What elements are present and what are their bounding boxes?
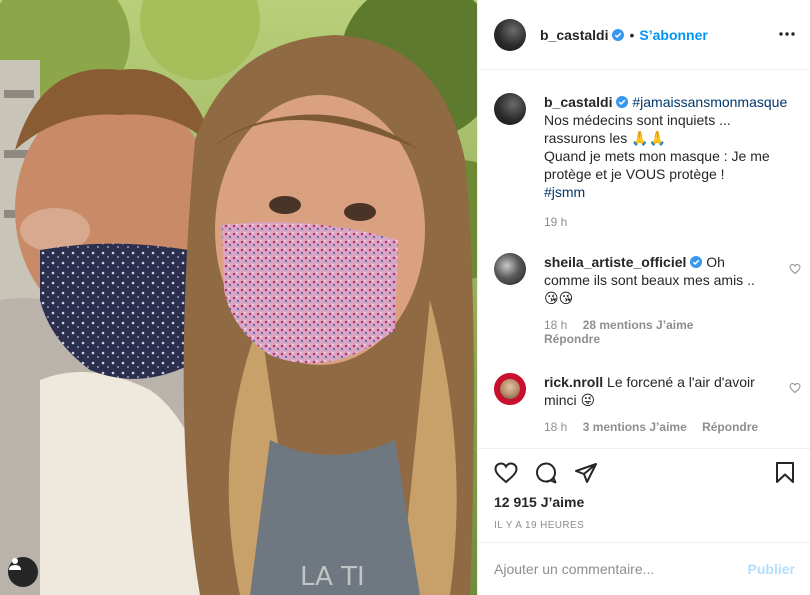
username-link[interactable]: b_castaldi [544, 94, 612, 110]
avatar[interactable] [494, 18, 526, 51]
username-link[interactable]: sheila_artiste_officiel [544, 254, 686, 270]
avatar[interactable] [494, 253, 526, 285]
post-timestamp[interactable]: IL Y A 19 HEURES [494, 520, 584, 531]
comment-item: rick.nroll Le forcené a l'air d'avoir mi… [494, 373, 794, 434]
user-icon [9, 558, 21, 570]
comment-time[interactable]: 18 h [544, 318, 567, 332]
comment-icon[interactable] [534, 461, 558, 485]
comment-likes[interactable]: 3 mentions J’aime [583, 420, 687, 434]
hashtag-link[interactable]: #jamaissansmonmasque [632, 94, 787, 110]
avatar[interactable] [494, 93, 526, 125]
verified-badge-icon [690, 256, 703, 268]
add-comment-bar: Publier [478, 542, 810, 595]
comment-like-heart-icon[interactable] [789, 382, 801, 394]
caption-line: rassurons les 🙏🙏 [544, 130, 667, 146]
svg-text:LA TI: LA TI [300, 562, 365, 592]
avatar[interactable] [494, 373, 526, 405]
caption-line: Nos médecins sont inquiets ... [544, 112, 731, 128]
comment-body: sheila_artiste_officiel Oh comme ils son… [544, 253, 764, 346]
comment-input[interactable] [494, 561, 748, 577]
username-link[interactable]: rick.nroll [544, 374, 603, 390]
post-photo[interactable]: LA TI [0, 0, 477, 595]
comment-body: rick.nroll Le forcené a l'air d'avoir mi… [544, 373, 764, 434]
action-bar [478, 448, 810, 496]
comment-text-block: sheila_artiste_officiel Oh comme ils son… [544, 253, 764, 307]
caption-text: b_castaldi #jamaissansmonmasque Nos méde… [544, 93, 794, 201]
verified-badge-icon [616, 96, 629, 108]
publish-button[interactable]: Publier [748, 561, 795, 577]
likes-count[interactable]: 12 915 J’aime [494, 494, 584, 510]
tagged-users-button[interactable] [8, 557, 38, 587]
post-header: b_castaldi • S’abonner [478, 0, 810, 70]
instagram-post: LA TI b_castaldi • S’abonner b_castaldi … [0, 0, 810, 595]
hashtag-link[interactable]: #jsmm [544, 184, 585, 200]
comment-meta: 18 h 28 mentions J’aime Répondre [544, 318, 764, 346]
comment-meta: 18 h 3 mentions J’aime Répondre [544, 420, 764, 434]
username-link[interactable]: b_castaldi [540, 27, 608, 43]
reply-button[interactable]: Répondre [544, 332, 600, 346]
comment-likes[interactable]: 28 mentions J’aime [583, 318, 694, 332]
caption-line: Quand je mets mon masque : Je me protège… [544, 148, 770, 182]
comments-list[interactable]: b_castaldi #jamaissansmonmasque Nos méde… [478, 71, 810, 448]
follow-button[interactable]: S’abonner [639, 27, 707, 43]
caption-body: b_castaldi #jamaissansmonmasque Nos méde… [544, 93, 794, 229]
comment-like-heart-icon[interactable] [789, 263, 801, 275]
selfie-photo-illustration: LA TI [0, 0, 477, 595]
bookmark-icon[interactable] [773, 461, 797, 485]
heart-icon[interactable] [494, 461, 518, 485]
verified-badge-icon [612, 28, 625, 41]
comment-item: sheila_artiste_officiel Oh comme ils son… [494, 253, 794, 346]
post-side-panel: b_castaldi • S’abonner b_castaldi #jamai… [477, 0, 810, 595]
comment-time[interactable]: 18 h [544, 420, 567, 434]
caption: b_castaldi #jamaissansmonmasque Nos méde… [494, 93, 794, 229]
comment-text-block: rick.nroll Le forcené a l'air d'avoir mi… [544, 373, 764, 409]
more-horizontal-icon[interactable] [777, 24, 797, 44]
paper-plane-icon[interactable] [574, 461, 598, 485]
header-user: b_castaldi • S’abonner [540, 27, 708, 43]
separator-dot: • [629, 26, 635, 43]
caption-time[interactable]: 19 h [544, 215, 794, 229]
reply-button[interactable]: Répondre [702, 420, 758, 434]
